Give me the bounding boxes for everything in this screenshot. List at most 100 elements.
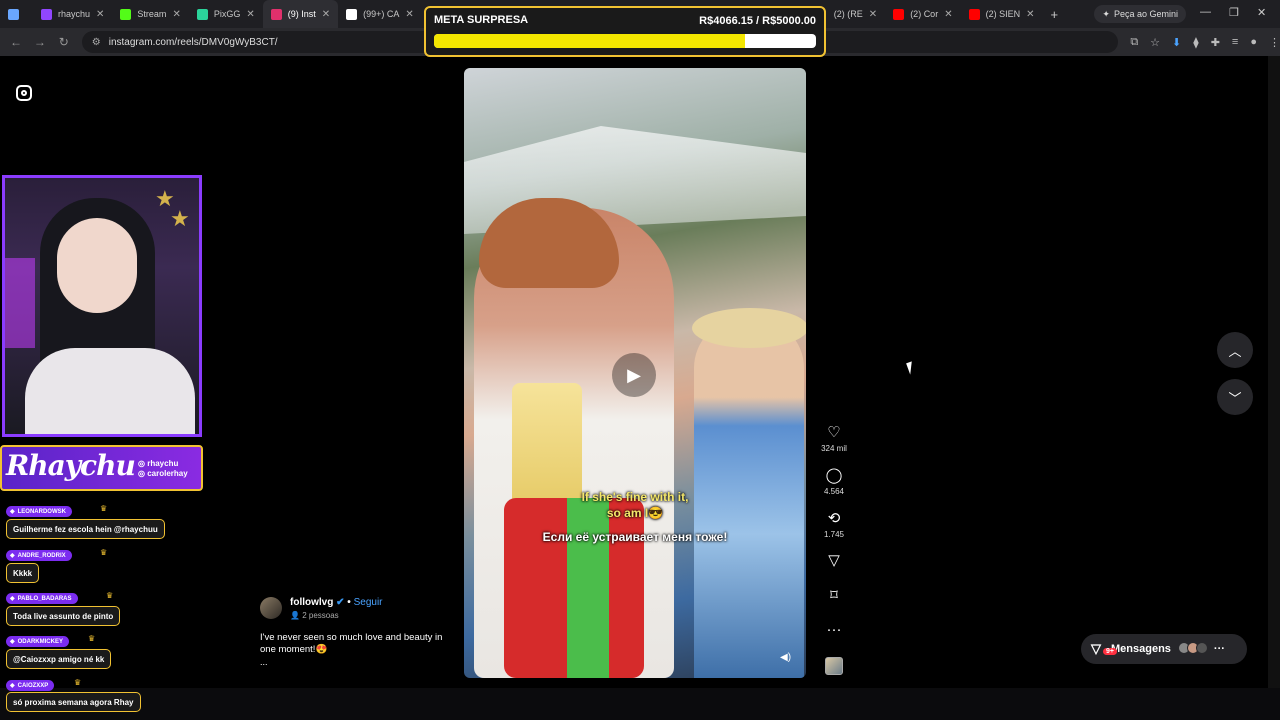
- play-icon[interactable]: ▶: [612, 353, 656, 397]
- more-icon: ···: [826, 621, 842, 638]
- goal-progress-bar: [434, 34, 816, 48]
- audio-thumbnail[interactable]: [825, 657, 843, 675]
- close-icon[interactable]: ✕: [1026, 9, 1034, 20]
- bookmark-star-icon[interactable]: ☆: [1150, 36, 1160, 49]
- new-tab-button[interactable]: +: [1043, 0, 1067, 28]
- close-icon[interactable]: ✕: [405, 9, 413, 20]
- donation-goal-widget: META SURPRESA R$4066.15 / R$5000.00: [424, 6, 826, 57]
- social-icon: ◎: [138, 469, 145, 478]
- collab-people[interactable]: 👤 2 pessoas: [290, 611, 339, 620]
- tab-3[interactable]: PixGG ✕: [189, 0, 263, 28]
- share-button[interactable]: ▽: [818, 553, 850, 569]
- tab-6[interactable]: (2) (RE ✕: [826, 0, 885, 28]
- tab-4[interactable]: (9) Inst ✕: [262, 0, 339, 28]
- author-name[interactable]: followlvg: [290, 597, 333, 608]
- send-icon: ▽: [828, 552, 840, 569]
- more-options-button[interactable]: ···: [818, 622, 850, 638]
- window-close-icon[interactable]: ✕: [1257, 6, 1266, 19]
- gemini-button[interactable]: ✦ Peça ao Gemini: [1094, 5, 1186, 23]
- like-count: 324 mil: [821, 444, 847, 453]
- chat-badge-icon: ◆: [10, 509, 15, 515]
- messages-label: Mensagens: [1111, 643, 1171, 655]
- menu-icon[interactable]: ⋮: [1269, 36, 1280, 49]
- gem-icon: [8, 8, 19, 20]
- puzzle-icon[interactable]: ✚: [1211, 36, 1220, 49]
- chat-username: ◆ ANDRE_RODRIX: [6, 550, 72, 561]
- bookmark-icon: ⌑: [830, 587, 838, 604]
- post-description: I've never seen so much love and beauty …: [260, 632, 443, 655]
- author-avatar[interactable]: [260, 597, 282, 619]
- chat-message: @Caiozxxp amigo né kk: [6, 649, 112, 669]
- previous-reel-button[interactable]: ︿: [1217, 332, 1253, 368]
- chat-username: ◆ PABLO_BADARAS: [6, 593, 78, 604]
- next-reel-button[interactable]: ﹀: [1217, 379, 1253, 415]
- volume-icon[interactable]: ◀): [780, 652, 791, 663]
- tab-0[interactable]: [0, 0, 33, 28]
- extension-icon[interactable]: ⧫: [1193, 36, 1198, 49]
- heart-icon: ♡: [827, 424, 841, 441]
- scrollbar[interactable]: [1268, 56, 1280, 688]
- like-button[interactable]: ♡ 324 mil: [818, 424, 850, 454]
- forward-icon[interactable]: →: [28, 35, 52, 49]
- instagram-icon: [270, 8, 282, 20]
- profile-avatar[interactable]: ●: [1250, 36, 1257, 48]
- repost-icon: ⟲: [827, 510, 841, 527]
- back-icon[interactable]: ←: [4, 35, 28, 49]
- close-icon[interactable]: ✕: [869, 9, 877, 20]
- close-icon[interactable]: ✕: [322, 9, 330, 20]
- youtube-icon: [893, 8, 905, 20]
- crown-icon: ♛: [74, 678, 82, 687]
- chat-message: Guilherme fez escola hein @rhaychuu: [6, 519, 165, 539]
- close-icon[interactable]: ✕: [944, 9, 952, 20]
- close-icon[interactable]: ✕: [96, 9, 104, 20]
- save-button[interactable]: ⌑: [818, 588, 850, 604]
- comment-count: 4.564: [823, 487, 845, 496]
- instagram-icon: ◎: [138, 459, 145, 468]
- avatar-stack: [1177, 641, 1208, 657]
- download-icon[interactable]: ⬇: [1172, 36, 1181, 49]
- description-more[interactable]: ...: [260, 657, 268, 667]
- tab-8[interactable]: (2) SIEN ✕: [961, 0, 1043, 28]
- maximize-icon[interactable]: ❐: [1229, 6, 1239, 19]
- install-icon[interactable]: ⧉: [1130, 36, 1138, 49]
- streamer-shirt-region: [25, 348, 195, 434]
- instagram-logo-icon[interactable]: [16, 85, 32, 101]
- crown-icon: ♛: [106, 591, 114, 600]
- tab-1[interactable]: rhaychu ✕: [33, 0, 112, 28]
- bags-image-region: [504, 498, 644, 678]
- chat-message: Toda live assunto de pinto: [6, 606, 121, 626]
- chat-badge-icon: ◆: [10, 596, 15, 602]
- crown-icon: ♛: [88, 634, 96, 643]
- reload-icon[interactable]: ↻: [52, 35, 76, 49]
- goal-progress-fill: [434, 34, 745, 48]
- separator-dot: •: [347, 597, 351, 608]
- url-text: instagram.com/reels/DMV0gWyB3CT/: [108, 36, 278, 48]
- verified-badge-icon: ✔: [336, 597, 345, 608]
- chevron-up-icon: ︿: [1228, 343, 1242, 359]
- comment-button[interactable]: ◯ 4.564: [818, 467, 850, 497]
- unread-badge: 9+: [1103, 648, 1117, 655]
- site-info-icon[interactable]: ⚙: [92, 37, 101, 48]
- kick-icon: [120, 8, 132, 20]
- star-icon: ★: [170, 206, 190, 231]
- tiktok-icon: [346, 8, 358, 20]
- comment-icon: ◯: [825, 467, 843, 484]
- close-icon[interactable]: ✕: [172, 9, 180, 20]
- follow-button[interactable]: Seguir: [354, 597, 383, 608]
- person-icon: 👤: [290, 611, 300, 620]
- tab-7[interactable]: (2) Cor ✕: [885, 0, 960, 28]
- messages-button[interactable]: ▽ 9+ Mensagens ···: [1081, 634, 1247, 664]
- minimize-icon[interactable]: —: [1200, 6, 1211, 18]
- chat-badge-icon: ◆: [10, 683, 15, 689]
- video-caption-line3: Если её устраивает меня тоже!: [542, 530, 728, 544]
- close-icon[interactable]: ✕: [246, 9, 254, 20]
- author-line: followlvg ✔ • Seguir: [290, 597, 383, 608]
- tab-5[interactable]: (99+) CA ✕: [338, 0, 422, 28]
- streamer-webcam: ★ ★: [2, 175, 202, 437]
- repost-button[interactable]: ⟲ 1.745: [818, 510, 850, 540]
- media-icon[interactable]: ≡: [1232, 36, 1238, 48]
- repost-count: 1.745: [823, 530, 845, 539]
- tab-2[interactable]: Stream ✕: [112, 0, 188, 28]
- send-icon: ▽: [1091, 641, 1101, 656]
- banner-handle-1: ◎ rhaychu: [138, 459, 179, 468]
